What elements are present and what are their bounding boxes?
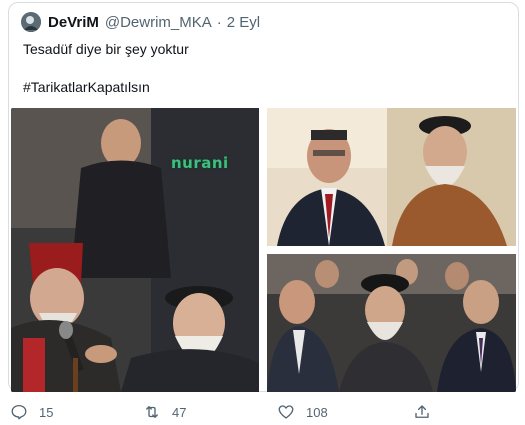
- media-photo-2[interactable]: [267, 108, 516, 246]
- user-avatar[interactable]: [21, 12, 41, 32]
- tweet-media-grid: nurani: [11, 108, 516, 392]
- media-photo-1[interactable]: nurani: [11, 108, 259, 392]
- hashtag-link[interactable]: #TarikatlarKapatılsın: [23, 79, 150, 95]
- like-count: 108: [306, 404, 328, 420]
- media-photo-3[interactable]: [267, 254, 516, 392]
- heart-outline-icon: [278, 405, 294, 419]
- user-handle[interactable]: @Dewrim_MKA: [105, 14, 212, 31]
- like-button[interactable]: 108: [277, 400, 328, 424]
- tweet-text: Tesadüf diye bir şey yoktur: [23, 41, 189, 57]
- comment-bubble-icon: [11, 404, 27, 420]
- retweet-arrows-icon: [146, 406, 158, 418]
- retweet-count: 47: [172, 404, 187, 420]
- share-upload-icon: [415, 405, 429, 418]
- tweet-header: DeVriM @Dewrim_MKA · 2 Eyl: [21, 11, 260, 33]
- retweet-button[interactable]: 47: [143, 400, 186, 424]
- display-name[interactable]: DeVriM: [48, 14, 99, 31]
- reply-button[interactable]: 15: [10, 400, 53, 424]
- tweet-date[interactable]: 2 Eyl: [227, 14, 260, 31]
- tweet-card[interactable]: DeVriM @Dewrim_MKA · 2 Eyl Tesadüf diye …: [8, 2, 519, 392]
- share-button[interactable]: [413, 400, 431, 424]
- meta-separator: ·: [216, 13, 222, 31]
- tweet-actions: 15 47 108: [0, 400, 525, 424]
- reply-count: 15: [39, 404, 54, 420]
- media-watermark-logo: nurani: [171, 154, 229, 172]
